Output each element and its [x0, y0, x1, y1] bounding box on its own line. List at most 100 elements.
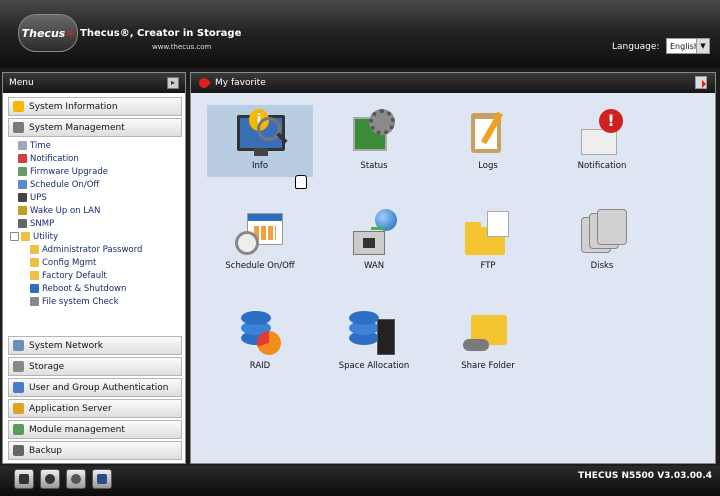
tree-item-factory-default[interactable]: Factory Default — [8, 269, 182, 282]
menu-category-label: System Information — [29, 101, 118, 112]
firmware-icon — [18, 167, 27, 176]
filecheck-icon — [30, 297, 39, 306]
info-monitor-icon: i — [235, 109, 285, 157]
space-allocation-icon — [349, 309, 399, 357]
tree-item-snmp[interactable]: SNMP — [8, 217, 182, 230]
menu-category-system-network[interactable]: System Network — [8, 336, 182, 355]
tree-item-utility[interactable]: Utility — [8, 230, 182, 243]
tree-item-schedule[interactable]: Schedule On/Off — [8, 178, 182, 191]
tile-raid[interactable]: RAID — [207, 305, 313, 377]
disks-icon — [577, 209, 627, 257]
tile-label: Notification — [577, 161, 627, 171]
status-icon — [349, 109, 399, 157]
tree-item-label: UPS — [30, 192, 47, 203]
tree-item-label: Factory Default — [42, 270, 107, 281]
tagline: Thecus®, Creator in Storage — [80, 28, 242, 39]
language-value: English — [670, 41, 699, 51]
menu-bar-icon[interactable] — [14, 469, 34, 489]
menu-category-label: Backup — [29, 445, 62, 456]
wake-lan-icon — [18, 206, 27, 215]
language-label: Language: — [612, 42, 660, 52]
refresh-icon[interactable] — [66, 469, 86, 489]
collapse-icon[interactable]: ▸ — [167, 77, 179, 89]
tree-item-time[interactable]: Time — [8, 139, 182, 152]
tree-item-label: File system Check — [42, 296, 119, 307]
website-link[interactable]: www.thecus.com — [152, 43, 211, 51]
language-select[interactable]: English ▼ — [666, 38, 710, 54]
clock-icon — [18, 141, 27, 150]
network-map-icon[interactable] — [92, 469, 112, 489]
tree-item-label: Notification — [30, 153, 79, 164]
tile-label: Space Allocation — [338, 361, 410, 371]
tile-wan[interactable]: WAN — [321, 205, 427, 277]
tile-info[interactable]: i Info — [207, 105, 313, 177]
expand-minus-icon[interactable] — [10, 232, 19, 241]
logout-icon[interactable] — [695, 76, 707, 89]
menu-category-label: System Management — [29, 122, 125, 133]
menu-category-system-management[interactable]: System Management — [8, 118, 182, 137]
tile-label: Disks — [590, 261, 614, 271]
chevron-down-icon[interactable]: ▼ — [696, 39, 709, 53]
tree-item-label: Time — [30, 140, 51, 151]
tile-label: Schedule On/Off — [225, 261, 295, 271]
tree-item-label: Wake Up on LAN — [30, 205, 101, 216]
info-icon — [13, 101, 24, 112]
storage-icon — [13, 361, 24, 372]
tree-item-config-mgmt[interactable]: Config Mgmt — [8, 256, 182, 269]
folder-icon — [21, 232, 30, 241]
tile-ftp[interactable]: FTP — [435, 205, 541, 277]
module-icon — [13, 424, 24, 435]
app-server-icon — [13, 403, 24, 414]
tree-item-label: Firmware Upgrade — [30, 166, 108, 177]
menu-category-system-information[interactable]: System Information — [8, 97, 182, 116]
tree-item-label: Schedule On/Off — [30, 179, 100, 190]
network-icon — [13, 340, 24, 351]
tile-space-allocation[interactable]: Space Allocation — [321, 305, 427, 377]
users-icon — [13, 382, 24, 393]
menu-category-label: Storage — [29, 361, 65, 372]
tile-notification[interactable]: ! Notification — [549, 105, 655, 177]
logo-text: Thecus — [21, 26, 66, 40]
system-management-tree: Time Notification Firmware Upgrade Sched… — [8, 139, 182, 334]
tile-logs[interactable]: Logs — [435, 105, 541, 177]
tree-item-admin-password[interactable]: Administrator Password — [8, 243, 182, 256]
tree-item-label: Administrator Password — [42, 244, 143, 255]
tree-item-ups[interactable]: UPS — [8, 191, 182, 204]
menu-category-backup[interactable]: Backup — [8, 441, 182, 460]
tile-share-folder[interactable]: Share Folder — [435, 305, 541, 377]
tree-item-wake-on-lan[interactable]: Wake Up on LAN — [8, 204, 182, 217]
tile-schedule[interactable]: Schedule On/Off — [207, 205, 313, 277]
notification-icon — [18, 154, 27, 163]
ftp-icon — [463, 209, 513, 257]
heart-icon — [196, 75, 212, 91]
favorites-title: My favorite — [215, 78, 266, 88]
favorites-panel: My favorite i Info Status Logs ! Notific… — [190, 72, 716, 464]
logs-icon — [463, 109, 513, 157]
mouse-pointer-hand-icon — [295, 175, 307, 189]
factory-icon — [30, 271, 39, 280]
menu-category-application-server[interactable]: Application Server — [8, 399, 182, 418]
power-icon — [30, 284, 39, 293]
tree-item-label: Reboot & Shutdown — [42, 283, 127, 294]
favorites-header: My favorite — [191, 73, 715, 93]
tile-status[interactable]: Status — [321, 105, 427, 177]
tile-label: RAID — [249, 361, 271, 371]
tree-item-firmware-upgrade[interactable]: Firmware Upgrade — [8, 165, 182, 178]
menu-category-user-group[interactable]: User and Group Authentication — [8, 378, 182, 397]
menu-category-module-management[interactable]: Module management — [8, 420, 182, 439]
menu-category-storage[interactable]: Storage — [8, 357, 182, 376]
tile-label: Status — [360, 161, 388, 171]
snmp-icon — [18, 219, 27, 228]
disc-icon[interactable] — [40, 469, 60, 489]
tree-item-reboot-shutdown[interactable]: Reboot & Shutdown — [8, 282, 182, 295]
raid-icon — [235, 309, 285, 357]
share-folder-icon — [463, 309, 513, 357]
tile-disks[interactable]: Disks — [549, 205, 655, 277]
menu-panel: Menu ▸ System Information System Managem… — [2, 72, 186, 464]
menu-category-label: System Network — [29, 340, 103, 351]
tree-item-label: Config Mgmt — [42, 257, 97, 268]
ups-icon — [18, 193, 27, 202]
wan-icon — [349, 209, 399, 257]
tree-item-notification[interactable]: Notification — [8, 152, 182, 165]
tree-item-filesystem-check[interactable]: File system Check — [8, 295, 182, 308]
